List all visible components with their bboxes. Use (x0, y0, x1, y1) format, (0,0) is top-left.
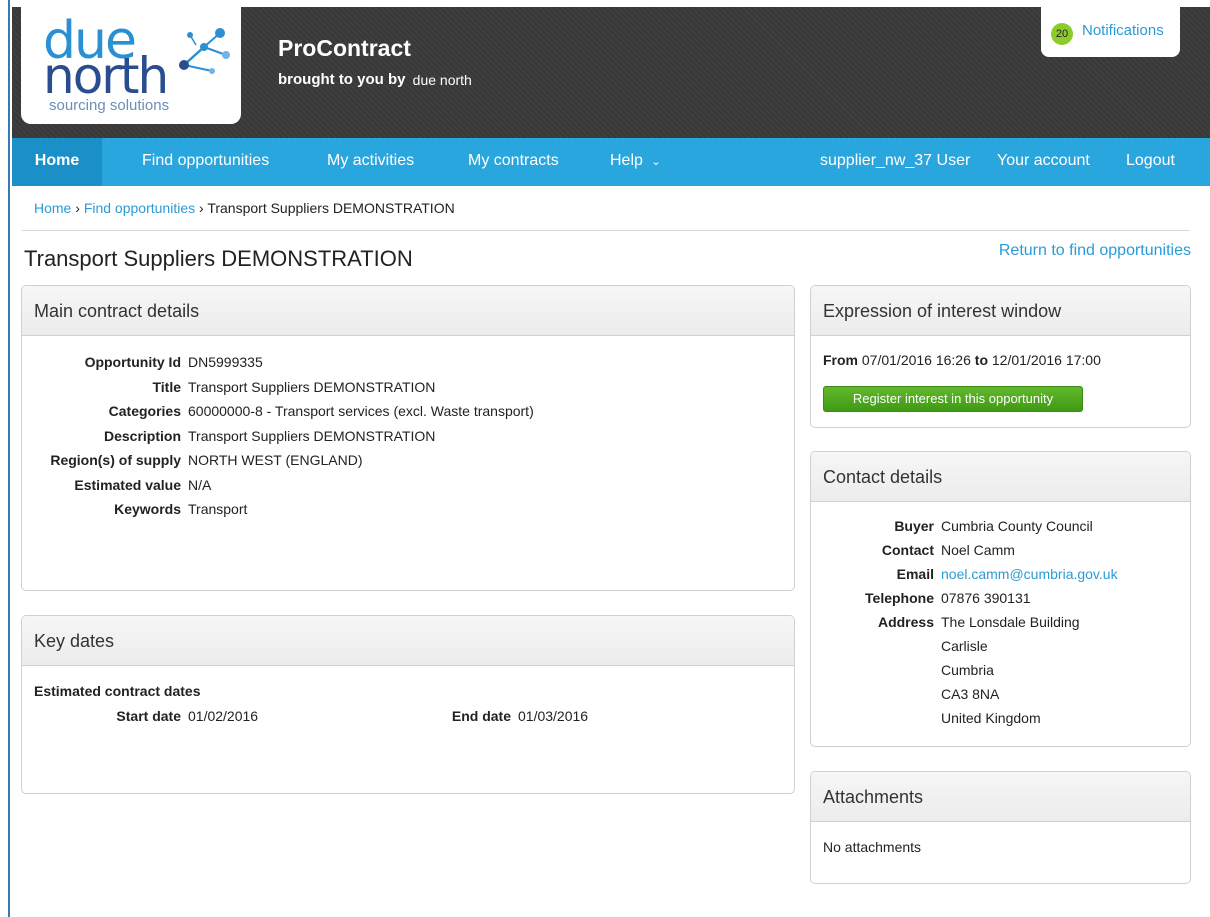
address-line: Cumbria (941, 662, 994, 678)
app-subtitle: brought to you by due north (278, 71, 472, 88)
panel-heading: Attachments (811, 772, 1190, 822)
address-label: Address (877, 614, 934, 630)
panel-heading: Main contract details (22, 286, 794, 336)
start-date-label: Start date (116, 708, 181, 724)
notifications-label[interactable]: Notifications (1082, 22, 1164, 39)
panel-heading: Contact details (811, 452, 1190, 502)
detail-row: Estimated value N/A (22, 477, 534, 502)
main-contract-details-panel: Main contract details Opportunity Id DN59… (21, 285, 795, 591)
nav-my-contracts[interactable]: My contracts (468, 152, 559, 170)
end-date-label: End date (451, 708, 511, 724)
nav-home[interactable]: Home (12, 138, 102, 186)
detail-value: Transport Suppliers DEMONSTRATION (188, 427, 436, 444)
window-left-edge (0, 0, 10, 917)
due-north-logo[interactable]: due north sourcing solutions (21, 7, 241, 124)
detail-key: Categories (108, 403, 181, 419)
contact-label: Contact (881, 542, 934, 558)
breadcrumb-home[interactable]: Home (34, 200, 71, 216)
address-value: The Lonsdale Building Carlisle Cumbria C… (941, 610, 1080, 730)
detail-key: Region(s) of supply (50, 452, 181, 468)
app-title: ProContract (278, 35, 411, 61)
contact-list: Buyer Cumbria County Council Contact Noel … (811, 518, 1118, 730)
main-nav: Home Find opportunities My activities My… (12, 138, 1210, 186)
estimated-dates-heading: Estimated contract dates (34, 683, 201, 699)
breadcrumb-separator: › (75, 200, 80, 216)
app-subtitle-logo: due north (412, 72, 472, 89)
detail-key: Description (103, 427, 181, 444)
address-line: The Lonsdale Building (941, 614, 1080, 630)
detail-row: Categories 60000000-8 - Transport service… (22, 403, 534, 428)
detail-value: N/A (188, 476, 212, 493)
nav-logout[interactable]: Logout (1126, 152, 1175, 170)
address-line: CA3 8NA (941, 686, 1000, 702)
email-link[interactable]: noel.camm@cumbria.gov.uk (941, 566, 1118, 590)
eoi-window-dates: From 07/01/2016 16:26 to 12/01/2016 17:0… (823, 352, 1101, 368)
panel-heading: Key dates (22, 616, 794, 666)
detail-key: Keywords (114, 501, 181, 517)
nav-help[interactable]: Help ⌄ (610, 152, 661, 170)
register-interest-button[interactable]: Register interest in this opportunity (823, 386, 1083, 412)
end-date-row: End date 01/03/2016 (422, 708, 588, 733)
detail-key: Estimated value (74, 476, 181, 493)
window-top-edge (0, 0, 1210, 7)
notifications-button[interactable]: 20 Notifications (1041, 7, 1180, 57)
logo-tagline: sourcing solutions (49, 97, 170, 114)
nav-your-account[interactable]: Your account (997, 152, 1090, 170)
detail-key: Opportunity Id (84, 354, 181, 370)
detail-key: Title (152, 378, 181, 395)
page-title: Transport Suppliers DEMONSTRATION (24, 246, 413, 271)
no-attachments-text: No attachments (823, 839, 922, 855)
address-line: Carlisle (941, 638, 988, 654)
contact-value: Noel Camm (941, 542, 1015, 558)
detail-value: NORTH WEST (ENGLAND) (188, 452, 363, 468)
email-label: Email (896, 566, 934, 582)
chevron-down-icon: ⌄ (651, 156, 661, 168)
start-date-value: 01/02/2016 (188, 708, 259, 724)
eoi-to-value: 12/01/2016 17:00 (991, 352, 1101, 368)
detail-value: DN5999335 (188, 354, 263, 370)
logo-north-text: north (43, 47, 169, 105)
detail-value: Transport Suppliers DEMONSTRATION (188, 378, 436, 395)
detail-row: Region(s) of supply NORTH WEST (ENGLAND) (22, 452, 534, 477)
eoi-to-label: to (974, 352, 988, 368)
end-date-value: 01/03/2016 (518, 708, 589, 724)
address-line: United Kingdom (941, 710, 1041, 726)
nav-username: supplier_nw_37 User (820, 152, 971, 169)
detail-value: Transport (188, 501, 248, 517)
contact-details-panel: Contact details Buyer Cumbria County Coun… (810, 451, 1191, 747)
attachments-panel: Attachments No attachments (810, 771, 1191, 884)
breadcrumb-separator: › (199, 200, 204, 216)
main-details-list: Opportunity Id DN5999335 Title Transport S… (22, 354, 534, 526)
logo-network-icon (179, 28, 230, 74)
breadcrumb-current: Transport Suppliers DEMONSTRATION (207, 200, 455, 216)
nav-find-opportunities[interactable]: Find opportunities (142, 152, 269, 170)
divider (22, 230, 1190, 231)
panel-heading: Expression of interest window (811, 286, 1190, 336)
eoi-from-value: 07/01/2016 16:26 (861, 352, 971, 368)
return-to-find-opportunities-link[interactable]: Return to find opportunities (999, 242, 1191, 260)
app-subtitle-text: brought to you by (278, 71, 406, 88)
start-date-row: Start date 01/02/2016 (22, 708, 258, 733)
buyer-label: Buyer (894, 518, 934, 534)
detail-row: Opportunity Id DN5999335 (22, 354, 534, 379)
breadcrumb-find-opportunities[interactable]: Find opportunities (84, 200, 195, 216)
nav-help-label: Help (610, 152, 643, 169)
site-header: due north sourcing solutions ProContract… (12, 7, 1210, 138)
buyer-value: Cumbria County Council (941, 518, 1093, 534)
detail-row: Description Transport Suppliers DEMONSTRA… (22, 428, 534, 453)
notifications-count-badge: 20 (1051, 23, 1073, 45)
breadcrumb: Home › Find opportunities › Transport Su… (34, 200, 455, 216)
key-dates-panel: Key dates Estimated contract dates Start… (21, 615, 795, 794)
detail-value: 60000000-8 - Transport services (excl. W… (188, 403, 534, 419)
detail-row: Keywords Transport (22, 501, 534, 526)
nav-my-activities[interactable]: My activities (327, 152, 414, 170)
detail-row: Title Transport Suppliers DEMONSTRATION (22, 379, 534, 404)
eoi-from-label: From (823, 352, 858, 368)
telephone-label: Telephone (865, 590, 934, 606)
expression-of-interest-panel: Expression of interest window From 07/01… (810, 285, 1191, 428)
